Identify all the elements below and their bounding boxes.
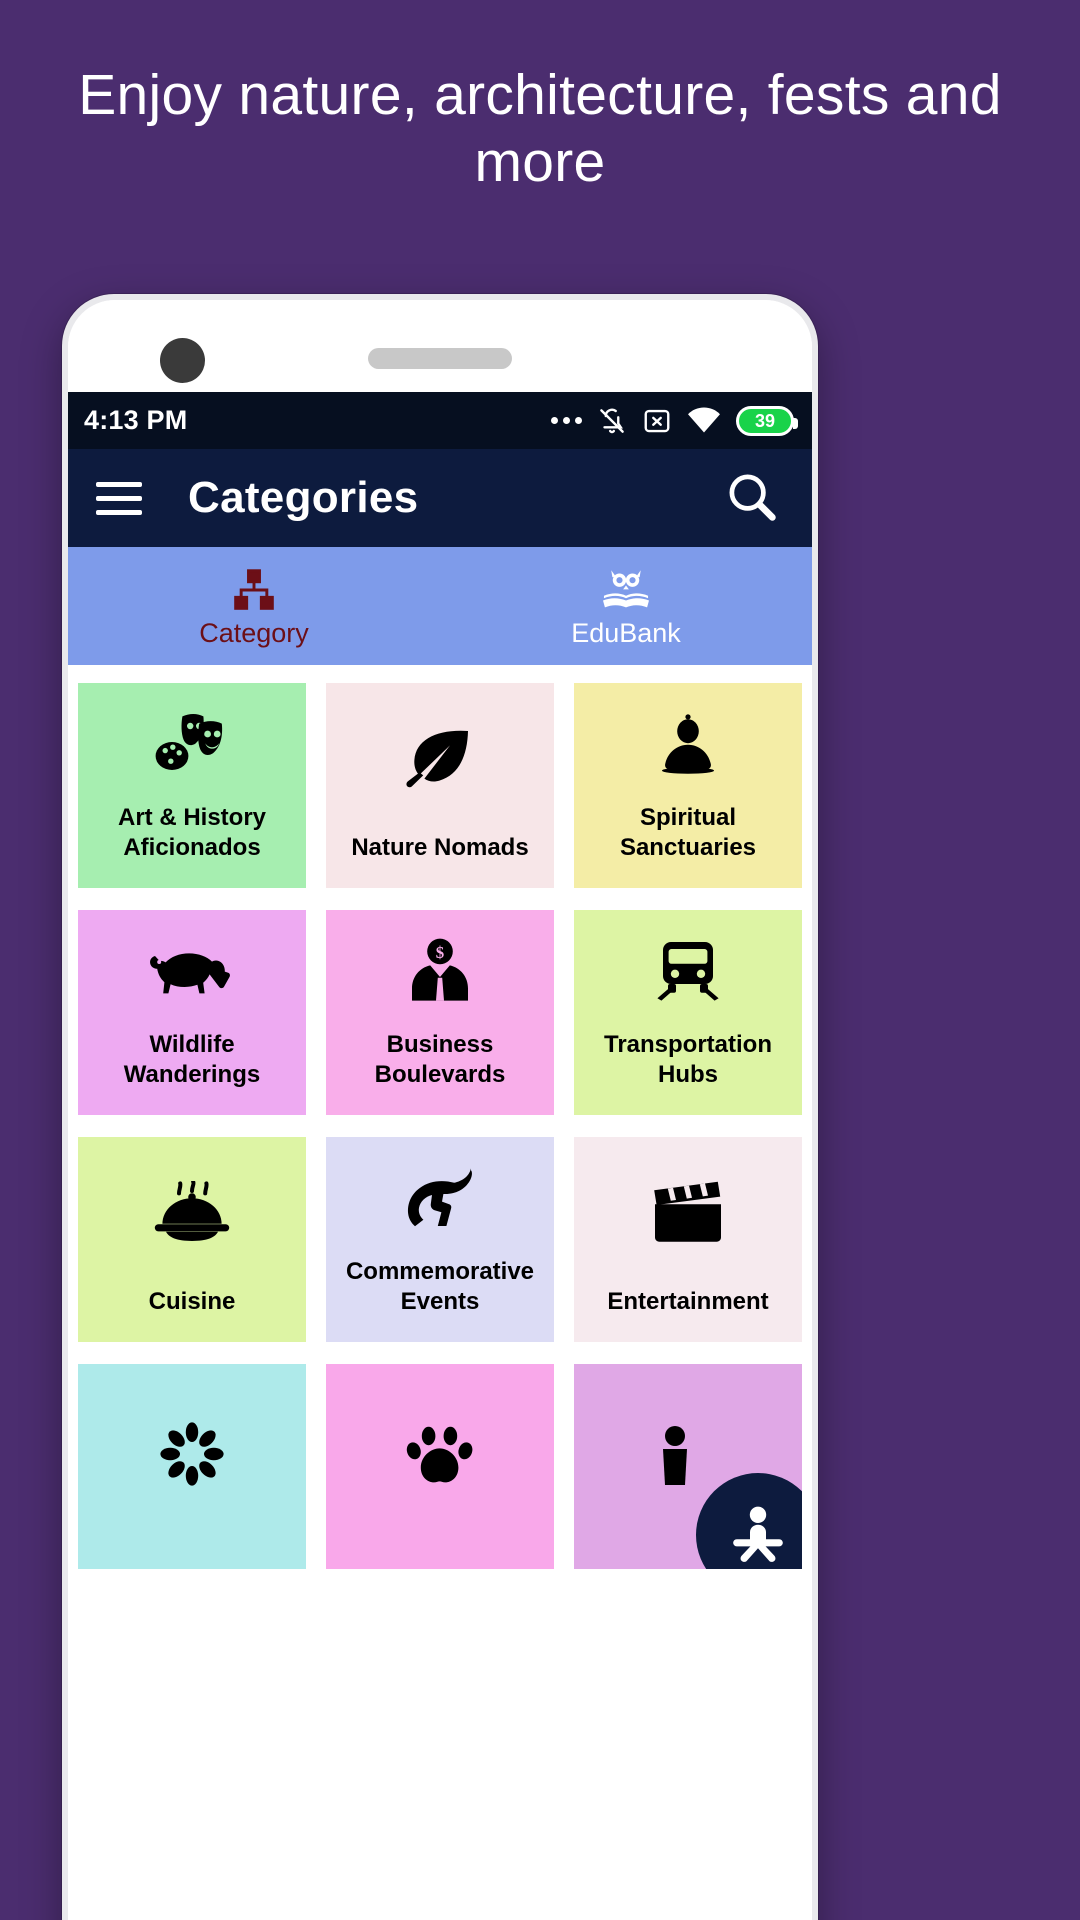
train-icon [574, 910, 802, 1030]
category-label: Commemorative Events [345, 1258, 535, 1315]
promo-headline: Enjoy nature, architecture, fests and mo… [78, 63, 1002, 195]
category-label: Entertainment [607, 1287, 769, 1315]
category-grid: Art & History Aficionados Nature Nomads [78, 683, 802, 1569]
earpiece-speaker [368, 348, 512, 369]
hamburger-menu-icon[interactable] [96, 481, 142, 515]
tab-label: Category [199, 617, 309, 648]
category-label: Cuisine [148, 1287, 236, 1315]
category-label [78, 1543, 306, 1569]
flower-icon [78, 1364, 306, 1543]
owl-book-icon [600, 564, 652, 612]
businessman-icon: $ [326, 910, 554, 1030]
status-time: 4:13 PM [84, 405, 188, 435]
category-label: Nature Nomads [351, 833, 529, 861]
status-icons: 39 [551, 405, 798, 437]
category-label: Spiritual Sanctuaries [619, 804, 757, 861]
paw-print-icon [326, 1364, 554, 1543]
category-card[interactable]: Cuisine [78, 1137, 306, 1342]
buddha-icon [574, 683, 802, 803]
category-card[interactable] [78, 1364, 306, 1569]
battery-level: 39 [754, 410, 776, 431]
category-label: Transportation Hubs [603, 1031, 772, 1088]
leaf-icon [326, 683, 554, 833]
category-card[interactable] [574, 1364, 802, 1569]
category-card[interactable]: Entertainment [574, 1137, 802, 1342]
tab-label: EduBank [571, 617, 681, 648]
category-card[interactable] [326, 1364, 554, 1569]
lion-icon [78, 910, 306, 1030]
category-card[interactable]: $ Business Boulevards [326, 910, 554, 1115]
category-card[interactable]: Spiritual Sanctuaries [574, 683, 802, 888]
hierarchy-icon [230, 564, 278, 612]
tab-category[interactable]: Category [68, 547, 440, 665]
phone-screen: 4:13 PM 39 Categories Category EduBank A… [68, 300, 812, 1920]
category-card[interactable]: Commemorative Events [326, 1137, 554, 1342]
category-card[interactable]: Transportation Hubs [574, 910, 802, 1115]
page-title: Categories [188, 473, 419, 522]
phone-bezel [68, 300, 812, 392]
search-icon[interactable] [724, 469, 778, 528]
phone-mockup: 4:13 PM 39 Categories Category EduBank A… [62, 294, 818, 1920]
category-card[interactable]: Wildlife Wanderings [78, 910, 306, 1115]
tab-edubank[interactable]: EduBank [440, 547, 812, 665]
category-card[interactable]: Nature Nomads [326, 683, 554, 888]
front-camera-icon [160, 338, 205, 383]
battery-indicator: 39 [736, 405, 798, 436]
category-label [326, 1543, 554, 1569]
food-dome-icon [78, 1137, 306, 1287]
app-bar: Categories [68, 449, 812, 547]
clapperboard-icon [574, 1137, 802, 1287]
bell-off-icon [600, 408, 624, 433]
wifi-icon [688, 407, 720, 432]
spartan-helmet-icon [326, 1137, 554, 1257]
category-label: Business Boulevards [374, 1031, 506, 1088]
category-label: Wildlife Wanderings [123, 1031, 261, 1088]
category-card[interactable]: Art & History Aficionados [78, 683, 306, 888]
more-horizontal-icon [551, 417, 582, 424]
x-box-icon [644, 409, 670, 432]
svg-text:$: $ [436, 943, 444, 962]
status-bar: 4:13 PM 39 [68, 392, 812, 449]
tab-bar: Category EduBank [68, 547, 812, 665]
category-list[interactable]: Art & History Aficionados Nature Nomads [68, 665, 812, 1920]
category-label: Art & History Aficionados [117, 804, 267, 861]
theater-masks-palette-icon [78, 683, 306, 803]
